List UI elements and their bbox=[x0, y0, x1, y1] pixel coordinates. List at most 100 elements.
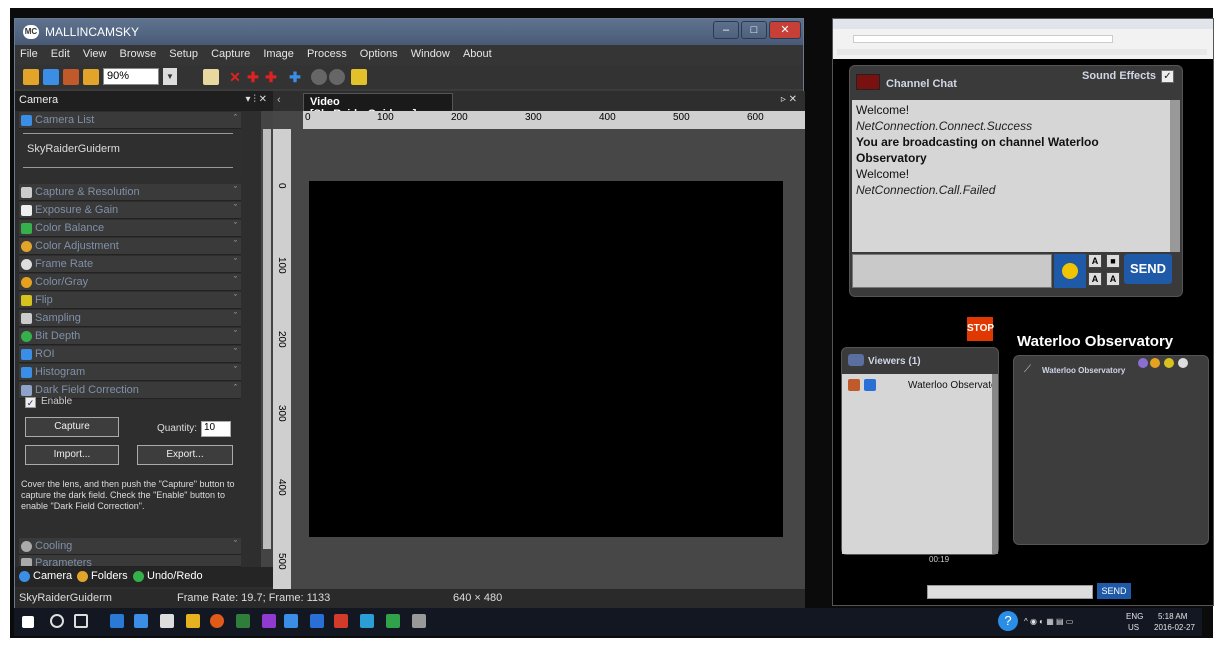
menu-file[interactable]: File bbox=[15, 45, 43, 63]
section-sampling[interactable]: Sampling ˇ bbox=[19, 310, 241, 327]
open-folder-icon[interactable] bbox=[23, 69, 39, 85]
menu-image[interactable]: Image bbox=[258, 45, 299, 63]
section-parameters[interactable]: Parameters bbox=[19, 555, 241, 567]
store-icon[interactable] bbox=[134, 614, 148, 628]
section-label: Color Adjustment bbox=[35, 240, 119, 252]
panel-controls[interactable]: ▾ ⫶ ✕ bbox=[246, 94, 267, 105]
section-frame-rate[interactable]: Frame Rate ˇ bbox=[19, 256, 241, 273]
cross-red-icon[interactable]: ✚ bbox=[263, 69, 279, 85]
chrome-icon[interactable] bbox=[210, 614, 224, 628]
hand-tool-icon[interactable] bbox=[203, 69, 219, 85]
add-red-icon[interactable]: ✚ bbox=[245, 69, 261, 85]
chat-input[interactable] bbox=[852, 254, 1052, 288]
section-color-balance[interactable]: Color Balance ˇ bbox=[19, 220, 241, 237]
chevron-down-icon[interactable]: ▼ bbox=[163, 68, 177, 85]
scroll-left-icon[interactable]: ‹ bbox=[277, 94, 281, 106]
capture-button[interactable]: Capture bbox=[25, 417, 119, 437]
menu-process[interactable]: Process bbox=[302, 45, 352, 63]
font-size-down-icon[interactable]: A bbox=[1088, 272, 1102, 286]
section-roi[interactable]: ROI ˇ bbox=[19, 346, 241, 363]
bookmarks-bar[interactable] bbox=[837, 49, 1207, 55]
menu-setup[interactable]: Setup bbox=[164, 45, 203, 63]
menu-browse[interactable]: Browse bbox=[115, 45, 162, 63]
save-icon[interactable] bbox=[43, 69, 59, 85]
section-color-adjustment[interactable]: Color Adjustment ˇ bbox=[19, 238, 241, 255]
app-icon[interactable] bbox=[334, 614, 348, 628]
stop-button[interactable]: STOP bbox=[967, 317, 994, 341]
microphone-icon[interactable] bbox=[1178, 358, 1188, 368]
minimize-button[interactable]: – bbox=[713, 21, 739, 39]
tray-icons[interactable]: ^ ◉ ◐ ▦ ▤ ▭ bbox=[1024, 617, 1073, 626]
app-icon[interactable] bbox=[262, 614, 276, 628]
menu-window[interactable]: Window bbox=[406, 45, 455, 63]
section-bit-depth[interactable]: Bit Depth ˇ bbox=[19, 328, 241, 345]
import-button[interactable]: Import... bbox=[25, 445, 119, 465]
crosshair-icon[interactable]: ✚ bbox=[287, 69, 303, 85]
stop-record-icon[interactable] bbox=[329, 69, 345, 85]
video-preview[interactable] bbox=[309, 181, 783, 537]
help-icon[interactable]: ? bbox=[998, 611, 1018, 631]
section-camera-list[interactable]: Camera List ˆ bbox=[19, 112, 241, 129]
delete-icon[interactable]: ✕ bbox=[227, 69, 243, 85]
zoom-select[interactable]: 90% bbox=[103, 68, 159, 85]
task-view-icon[interactable] bbox=[74, 614, 88, 628]
section-exposure-gain[interactable]: Exposure & Gain ˇ bbox=[19, 202, 241, 219]
menu-view[interactable]: View bbox=[78, 45, 112, 63]
section-capture-resolution[interactable]: Capture & Resolution ˇ bbox=[19, 184, 241, 201]
section-color-gray[interactable]: Color/Gray ˇ bbox=[19, 274, 241, 291]
camera-list-item[interactable]: SkyRaiderGuiderm bbox=[27, 143, 120, 155]
folder-icon[interactable] bbox=[83, 69, 99, 85]
fullscreen-icon[interactable] bbox=[1150, 358, 1160, 368]
volume-icon[interactable] bbox=[1164, 358, 1174, 368]
menu-options[interactable]: Options bbox=[355, 45, 403, 63]
app-icon[interactable] bbox=[284, 614, 298, 628]
edge-browser-icon[interactable] bbox=[110, 614, 124, 628]
list-item[interactable]: Waterloo Observatory bbox=[842, 378, 992, 394]
tab-folders[interactable]: Folders bbox=[75, 569, 130, 585]
export-button[interactable]: Export... bbox=[137, 445, 233, 465]
start-icon[interactable] bbox=[22, 616, 34, 628]
file-explorer-icon[interactable] bbox=[186, 614, 200, 628]
tray-time[interactable]: 5:18 AM bbox=[1158, 612, 1187, 621]
settings-icon[interactable] bbox=[1138, 358, 1148, 368]
save-as-icon[interactable] bbox=[63, 69, 79, 85]
tab-undo-redo[interactable]: Undo/Redo bbox=[131, 569, 205, 585]
scrollbar-thumb[interactable] bbox=[263, 129, 271, 549]
font-size-up-icon[interactable]: A bbox=[1088, 254, 1102, 268]
app-icon[interactable] bbox=[310, 614, 324, 628]
menu-capture[interactable]: Capture bbox=[206, 45, 255, 63]
address-bar[interactable] bbox=[853, 35, 1113, 43]
close-tab-icon[interactable]: ▹ ✕ bbox=[781, 94, 797, 105]
browser-tab-strip[interactable] bbox=[833, 19, 1213, 29]
settings-icon[interactable] bbox=[351, 69, 367, 85]
section-histogram[interactable]: Histogram ˇ bbox=[19, 364, 241, 381]
chat-scrollbar[interactable] bbox=[1170, 100, 1180, 252]
enable-checkbox[interactable]: ✓ bbox=[25, 397, 36, 408]
record-icon[interactable] bbox=[311, 69, 327, 85]
sound-effects-checkbox[interactable]: ✓ bbox=[1161, 70, 1174, 83]
quantity-input[interactable]: 10 bbox=[201, 421, 231, 437]
bottom-chat-input[interactable] bbox=[927, 585, 1093, 599]
maximize-button[interactable]: □ bbox=[741, 21, 767, 39]
viewers-scrollbar[interactable] bbox=[992, 374, 998, 554]
menu-edit[interactable]: Edit bbox=[46, 45, 75, 63]
menu-about[interactable]: About bbox=[458, 45, 497, 63]
panel-scrollbar[interactable] bbox=[261, 111, 273, 581]
app-icon[interactable] bbox=[386, 614, 400, 628]
app-icon[interactable] bbox=[360, 614, 374, 628]
camera-app-icon[interactable] bbox=[160, 614, 174, 628]
font-color-icon[interactable]: ■ bbox=[1106, 254, 1120, 268]
emoji-button[interactable] bbox=[1054, 254, 1086, 288]
section-flip[interactable]: Flip ˇ bbox=[19, 292, 241, 309]
tab-camera[interactable]: Camera bbox=[17, 569, 74, 585]
tray-language[interactable]: ENG bbox=[1126, 612, 1143, 621]
tab-video[interactable]: Video [SkyRaiderGuiderm] bbox=[303, 93, 453, 120]
app-icon[interactable] bbox=[412, 614, 426, 628]
font-bold-icon[interactable]: A bbox=[1106, 272, 1120, 286]
bottom-send-button[interactable]: SEND bbox=[1097, 583, 1131, 599]
section-cooling[interactable]: Cooling ˇ bbox=[19, 538, 241, 555]
app-icon[interactable] bbox=[236, 614, 250, 628]
close-button[interactable]: ✕ bbox=[769, 21, 801, 39]
search-icon[interactable] bbox=[50, 614, 64, 628]
send-button[interactable]: SEND bbox=[1124, 254, 1172, 284]
